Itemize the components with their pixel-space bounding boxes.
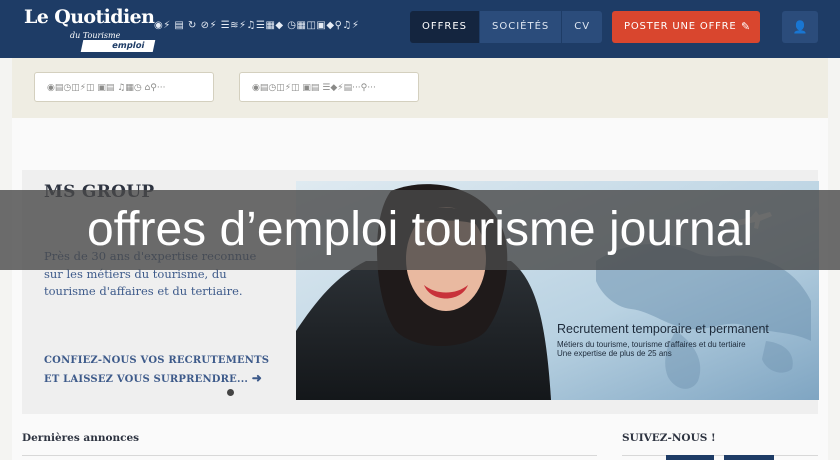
- cta-line-1: CONFIEZ-NOUS VOS RECRUTEMENTS: [44, 355, 270, 366]
- tab-cv[interactable]: CV: [562, 11, 603, 43]
- search-keyword-field[interactable]: ◉▤◷◫⚡◫ ▣▤ ♫▦◷ ⌂⚲···: [34, 72, 214, 102]
- top-navbar: Le Quotidien du Tourisme emploi ◉⚡ ▤ ↻ ⊘…: [0, 0, 840, 58]
- social-button-2[interactable]: [724, 455, 774, 460]
- latest-listings-heading: Dernières annonces: [22, 432, 140, 444]
- banner-line-1: Métiers du tourisme, tourisme d'affaires…: [557, 340, 746, 349]
- search-filter-band: ◉▤◷◫⚡◫ ▣▤ ♫▦◷ ⌂⚲··· ◉▤◷◫⚡◫ ▣▤ ☰◆⚡▤···⚲··…: [12, 58, 828, 118]
- tab-societes[interactable]: SOCIÉTÉS: [480, 11, 563, 43]
- edit-icon: ✎: [740, 20, 751, 33]
- user-account-button[interactable]: 👤: [782, 11, 818, 43]
- tab-offres[interactable]: OFFRES: [410, 11, 480, 43]
- banner-line-2: Une expertise de plus de 25 ans: [557, 349, 672, 358]
- arrow-right-icon: ➜: [251, 370, 263, 385]
- logo-tag: emploi: [80, 40, 156, 52]
- banner-subtitle: Métiers du tourisme, tourisme d'affaires…: [557, 340, 746, 358]
- search-location-field[interactable]: ◉▤◷◫⚡◫ ▣▤ ☰◆⚡▤···⚲···: [239, 72, 419, 102]
- banner-title: Recrutement temporaire et permanent: [557, 322, 769, 336]
- social-button-1[interactable]: [666, 455, 714, 460]
- post-offer-label: POSTER UNE OFFRE: [624, 21, 737, 32]
- post-offer-button[interactable]: POSTER UNE OFFRE ✎: [612, 11, 760, 43]
- site-logo[interactable]: Le Quotidien du Tourisme emploi: [24, 6, 156, 52]
- main-nav-tabs: OFFRES SOCIÉTÉS CV: [410, 11, 603, 43]
- user-icon: 👤: [792, 20, 808, 34]
- overlay-caption: offres d’emploi tourisme journal: [0, 190, 840, 270]
- section-divider: [22, 455, 597, 456]
- section-divider-right: [622, 455, 818, 456]
- follow-us-heading: SUIVEZ-NOUS !: [622, 432, 716, 444]
- logo-sub-text: du Tourisme: [70, 31, 121, 40]
- slide-pager-dot[interactable]: [227, 389, 234, 396]
- toolbar-icon-strip: ◉⚡ ▤ ↻ ⊘⚡ ☰≋⚡♫☰▦◆ ◷▦◫▣◆⚲♫⚡: [154, 20, 360, 31]
- cta-line-2: ET LAISSEZ VOUS SURPRENDRE...: [44, 373, 249, 385]
- logo-main-text: Le Quotidien: [24, 6, 155, 28]
- slide-cta-link[interactable]: CONFIEZ-NOUS VOS RECRUTEMENTS ET LAISSEZ…: [44, 353, 284, 388]
